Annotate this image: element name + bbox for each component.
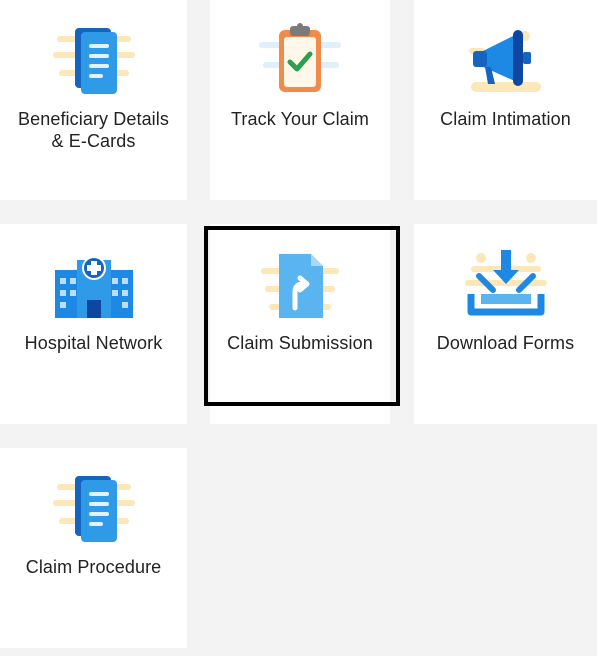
tile-claim-procedure[interactable]: Claim Procedure <box>0 448 187 648</box>
tile-label: Claim Procedure <box>25 557 162 577</box>
tile-beneficiary-details[interactable]: Beneficiary Details & E-Cards <box>0 0 187 200</box>
tile-download-forms[interactable]: Download Forms <box>414 224 597 424</box>
tile-claim-submission[interactable]: Claim Submission <box>210 224 390 424</box>
hospital-icon <box>49 246 139 326</box>
tile-label: Beneficiary Details & E-Cards <box>18 109 169 151</box>
document-list-icon <box>49 22 139 102</box>
document-list-icon <box>49 470 139 550</box>
tile-track-your-claim[interactable]: Track Your Claim <box>210 0 390 200</box>
tile-label: Download Forms <box>436 333 575 353</box>
tile-label: Claim Submission <box>227 333 373 353</box>
tile-claim-intimation[interactable]: Claim Intimation <box>414 0 597 200</box>
tile-label: Track Your Claim <box>231 109 369 129</box>
menu-screen: Beneficiary Details & E-Cards Track Your… <box>0 0 597 656</box>
tile-hospital-network[interactable]: Hospital Network <box>0 224 187 424</box>
tile-label: Hospital Network <box>24 333 163 353</box>
download-tray-icon <box>461 246 551 326</box>
tile-label: Claim Intimation <box>440 109 571 129</box>
file-upload-icon <box>255 246 345 326</box>
megaphone-icon <box>461 22 551 102</box>
clipboard-check-icon <box>255 22 345 102</box>
